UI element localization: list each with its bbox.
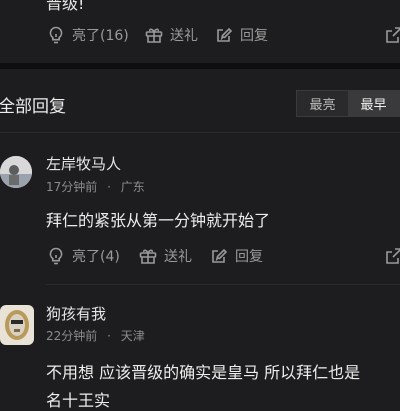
gift-button[interactable]: 送礼 (144, 23, 198, 47)
avatar-image (0, 305, 34, 345)
comment-meta: 22分钟前 · 天津 (46, 327, 145, 344)
edit-icon (217, 27, 233, 42)
gift-button[interactable]: 送礼 (138, 244, 192, 268)
comment-username[interactable]: 左岸牧马人 (46, 153, 121, 174)
comment-text: 不用想 应该晋级的确实是皇马 所以拜仁也是 (46, 363, 361, 382)
like-count-label: 亮了(4) (72, 249, 120, 265)
like-button[interactable]: 亮了(16) (46, 23, 129, 47)
avatar-image (0, 156, 32, 188)
like-icon (49, 247, 63, 265)
gift-label: 送礼 (170, 28, 198, 44)
meta-separator: · (107, 180, 111, 194)
previous-comment-text: 晋级! (46, 0, 85, 13)
avatar[interactable] (0, 156, 32, 188)
share-button[interactable] (384, 23, 400, 47)
avatar[interactable] (0, 305, 34, 345)
comment-location: 天津 (120, 329, 145, 343)
like-count-label: 亮了(16) (72, 28, 129, 44)
like-button[interactable]: 亮了(4) (46, 244, 120, 268)
section-divider (0, 63, 400, 69)
reply-label: 回复 (240, 28, 268, 44)
comment-divider (46, 284, 400, 285)
sort-toggle: 最亮 最早 (296, 90, 400, 117)
edit-icon (212, 248, 228, 263)
share-icon (386, 27, 400, 43)
reply-label: 回复 (235, 249, 263, 265)
reply-button[interactable]: 回复 (209, 244, 263, 268)
sort-option-brightest[interactable]: 最亮 (297, 91, 348, 116)
meta-separator: · (107, 329, 111, 343)
comment-time: 17分钟前 (46, 180, 98, 194)
comment-text: 拜仁的紧张从第一分钟就开始了 (46, 211, 271, 230)
section-title: 全部回复 (0, 97, 66, 117)
like-icon (49, 26, 63, 44)
reply-button[interactable]: 回复 (214, 23, 268, 47)
comment-text-line2: 名十王实 (46, 391, 111, 410)
share-button[interactable] (384, 244, 400, 268)
sort-option-earliest[interactable]: 最早 (348, 91, 399, 116)
comment-actions: 亮了(4) 送礼 回复 (0, 244, 400, 268)
comment-meta: 17分钟前 · 广东 (46, 178, 145, 195)
gift-icon (145, 28, 163, 43)
gift-icon (139, 249, 157, 264)
comment-username[interactable]: 狗孩有我 (46, 303, 106, 324)
comment-location: 广东 (120, 180, 145, 194)
share-icon (386, 248, 400, 264)
gift-label: 送礼 (164, 249, 192, 265)
comment-time: 22分钟前 (46, 329, 98, 343)
header-divider (0, 132, 400, 133)
previous-comment-actions: 亮了(16) 送礼 回复 (0, 23, 400, 47)
